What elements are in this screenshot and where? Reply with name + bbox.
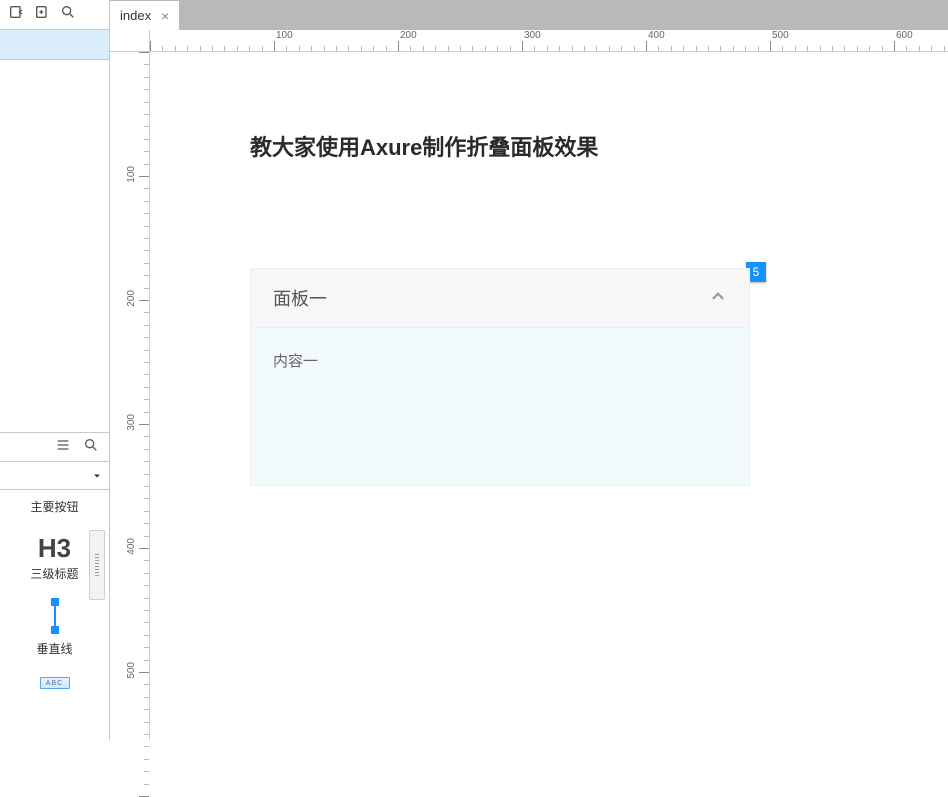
text-field-icon: ABC [40,677,70,689]
add-page-icon[interactable] [34,4,50,25]
accordion-body[interactable]: 内容一 [250,328,750,486]
pages-toolbar [0,0,109,30]
widget-label: 主要按钮 [0,498,109,515]
canvas[interactable]: 教大家使用Axure制作折叠面板效果 5 面板一 内容一 [150,52,948,740]
chevron-up-icon[interactable] [709,287,727,310]
selected-page-row[interactable] [0,30,109,60]
widget-primary-button[interactable]: 主要按钮 [0,498,109,515]
close-icon[interactable]: × [161,9,169,23]
accordion-header[interactable]: 面板一 [250,268,750,328]
vertical-line-icon [54,602,56,630]
left-sidebar: 主要按钮 H3 三级标题 垂直线 ABC [0,0,110,740]
widget-label: 垂直线 [0,640,109,657]
tab-label: index [120,8,151,23]
accordion-body-text: 内容一 [273,353,318,370]
library-dropdown[interactable] [0,462,109,490]
ruler-vertical[interactable]: 100200300400500 [110,52,150,740]
accordion-header-label: 面板一 [273,285,327,311]
widget-text-field[interactable]: ABC [0,677,109,689]
search-icon[interactable] [83,437,99,458]
widget-scrollbar[interactable] [89,530,105,600]
widget-vertical-line[interactable]: 垂直线 [0,602,109,657]
pages-tree-area [0,60,109,432]
accordion-panel[interactable]: 面板一 内容一 [250,268,750,486]
tab-bar: index × [110,0,948,30]
import-icon[interactable] [8,4,24,25]
ruler-corner [110,30,150,52]
libraries-toolbar [0,432,109,462]
search-icon[interactable] [60,4,76,25]
widget-list: 主要按钮 H3 三级标题 垂直线 ABC [0,490,109,738]
ruler-horizontal[interactable]: 100200300400500600 [150,30,948,52]
page-title[interactable]: 教大家使用Axure制作折叠面板效果 [250,130,598,162]
menu-icon[interactable] [55,437,71,458]
workspace: 100200300400500600 100200300400500 教大家使用… [110,30,948,740]
tab-index[interactable]: index × [110,0,180,30]
